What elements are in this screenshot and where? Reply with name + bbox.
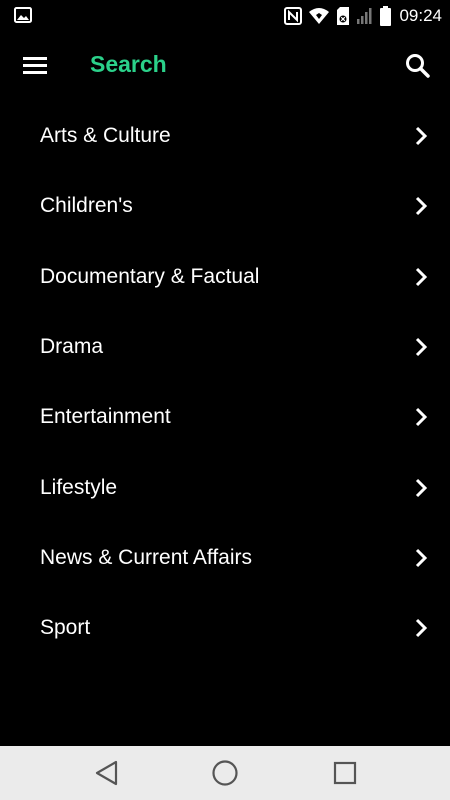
chevron-right-icon	[415, 478, 428, 497]
system-nav-bar	[0, 746, 450, 800]
category-label: Arts & Culture	[40, 124, 171, 148]
category-label: Sport	[40, 616, 91, 640]
clock: 09:24	[399, 6, 442, 25]
chevron-right-icon	[415, 337, 428, 357]
category-label: Lifestyle	[40, 475, 118, 499]
category-item-sport[interactable]: Sport	[0, 593, 450, 663]
hamburger-menu-icon	[23, 57, 47, 74]
category-item-lifestyle[interactable]: Lifestyle	[0, 452, 450, 522]
back-button[interactable]	[92, 758, 122, 788]
search-icon	[406, 54, 430, 78]
category-item-documentary-factual[interactable]: Documentary & Factual	[0, 242, 450, 312]
category-label: Entertainment	[40, 405, 171, 429]
category-label: News & Current Affairs	[40, 545, 253, 569]
menu-button[interactable]	[18, 48, 54, 84]
page-title: Search	[90, 51, 167, 77]
chevron-right-icon	[415, 619, 428, 638]
app-bar: Search	[0, 32, 450, 100]
category-item-arts-culture[interactable]: Arts & Culture	[0, 101, 450, 171]
category-label: Drama	[40, 335, 104, 359]
chevron-right-icon	[415, 548, 428, 567]
wifi-icon	[308, 7, 330, 25]
home-button[interactable]	[210, 758, 240, 788]
status-bar: 09:24	[0, 0, 450, 32]
chevron-right-icon	[415, 197, 428, 216]
category-item-entertainment[interactable]: Entertainment	[0, 382, 450, 452]
signal-icon	[356, 7, 374, 25]
category-label: Documentary & Factual	[40, 264, 260, 288]
nfc-icon	[284, 7, 303, 25]
sim-icon	[336, 7, 350, 25]
search-button[interactable]	[400, 48, 436, 84]
gallery-icon	[14, 7, 32, 28]
category-item-childrens[interactable]: Children's	[0, 171, 450, 241]
category-label: Children's	[40, 194, 133, 218]
category-item-drama[interactable]: Drama	[0, 312, 450, 382]
category-list: Arts & Culture Children's Documentary & …	[0, 101, 450, 663]
battery-icon	[380, 6, 392, 26]
chevron-right-icon	[415, 408, 428, 427]
chevron-right-icon	[415, 267, 428, 286]
chevron-right-icon	[415, 127, 428, 146]
home-icon	[212, 760, 238, 786]
back-icon	[95, 760, 118, 786]
recent-apps-button[interactable]	[330, 758, 360, 788]
category-item-news-current-affairs[interactable]: News & Current Affairs	[0, 523, 450, 593]
recent-apps-icon	[333, 761, 357, 785]
